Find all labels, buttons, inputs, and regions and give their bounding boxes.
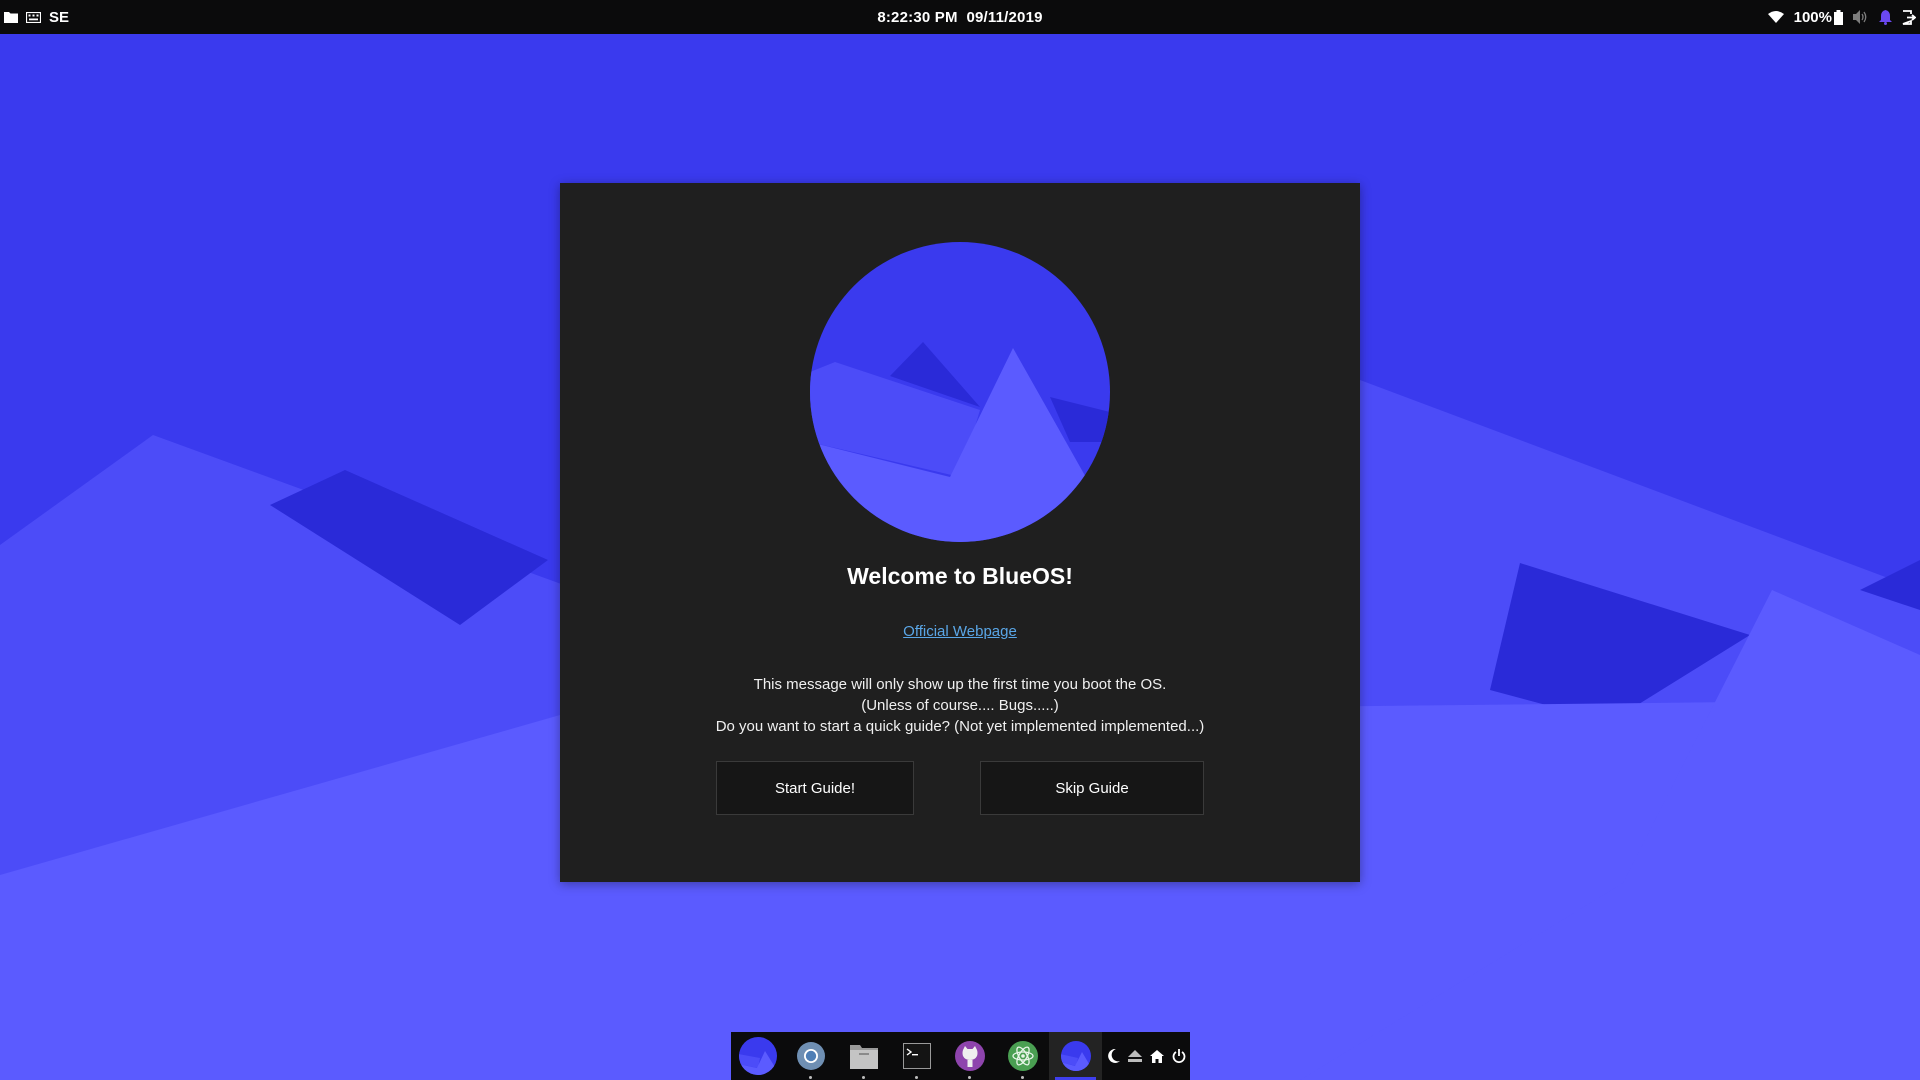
message-line-2: (Unless of course.... Bugs.....) — [861, 697, 1059, 714]
keyboard-icon[interactable] — [26, 11, 41, 23]
top-bar: SE 8:22:30 PM 09/11/2019 100% — [0, 0, 1920, 34]
blueos-launcher-icon — [738, 1037, 777, 1075]
notification-bell-icon[interactable] — [1879, 9, 1892, 25]
dock-app-chromium[interactable] — [784, 1032, 837, 1080]
eject-icon[interactable] — [1128, 1049, 1142, 1063]
welcome-message: This message will only show up the first… — [560, 674, 1360, 737]
file-manager-icon — [849, 1045, 878, 1069]
battery-percent: 100% — [1793, 8, 1832, 26]
top-bar-center: 8:22:30 PM 09/11/2019 — [0, 0, 1920, 34]
keyboard-layout-label[interactable]: SE — [49, 9, 69, 26]
running-indicator — [862, 1076, 865, 1079]
chromium-browser-icon — [796, 1042, 825, 1070]
clock[interactable]: 8:22:30 PM 09/11/2019 — [877, 9, 1042, 26]
volume-icon[interactable] — [1853, 10, 1869, 24]
dock-app-terminal[interactable] — [890, 1032, 943, 1080]
dock-app-files[interactable] — [837, 1032, 890, 1080]
welcome-dialog: Welcome to BlueOS! Official Webpage This… — [560, 183, 1360, 882]
welcome-title: Welcome to BlueOS! — [847, 563, 1073, 589]
dock-app-blueos-launcher[interactable] — [731, 1032, 784, 1080]
official-webpage-link[interactable]: Official Webpage — [903, 623, 1017, 640]
logout-icon[interactable] — [1902, 9, 1916, 25]
running-indicator — [1021, 1076, 1024, 1079]
top-bar-left: SE — [4, 0, 69, 34]
night-mode-icon[interactable] — [1108, 1049, 1120, 1063]
blueos-logo-icon — [810, 242, 1110, 542]
message-line-1: This message will only show up the first… — [753, 676, 1167, 693]
skip-guide-button[interactable]: Skip Guide — [980, 761, 1204, 815]
blueos-welcome-icon — [1060, 1041, 1091, 1071]
battery-icon[interactable] — [1834, 9, 1843, 25]
terminal-icon — [902, 1043, 931, 1069]
top-bar-right: 100% — [1767, 0, 1916, 34]
start-guide-button[interactable]: Start Guide! — [716, 761, 914, 815]
dock-system-tray — [1108, 1049, 1186, 1063]
home-icon[interactable] — [1150, 1049, 1164, 1063]
atom-editor-icon — [1007, 1041, 1038, 1071]
dock-app-github-desktop[interactable] — [943, 1032, 996, 1080]
folder-icon[interactable] — [4, 11, 18, 23]
github-desktop-icon — [954, 1041, 985, 1071]
dock — [731, 1032, 1190, 1080]
running-indicator — [809, 1076, 812, 1079]
wifi-icon[interactable] — [1767, 11, 1784, 23]
running-indicator — [915, 1076, 918, 1079]
power-icon[interactable] — [1172, 1049, 1186, 1063]
clock-date: 09/11/2019 — [966, 8, 1043, 26]
official-webpage-row: Official Webpage — [560, 623, 1360, 640]
dock-app-atom[interactable] — [996, 1032, 1049, 1080]
message-line-3: Do you want to start a quick guide? (Not… — [715, 718, 1205, 735]
clock-time: 8:22:30 PM — [877, 8, 958, 26]
running-indicator — [968, 1076, 971, 1079]
dock-app-blueos-welcome[interactable] — [1049, 1032, 1102, 1080]
desktop: SE 8:22:30 PM 09/11/2019 100% Welcome to… — [0, 0, 1920, 1080]
